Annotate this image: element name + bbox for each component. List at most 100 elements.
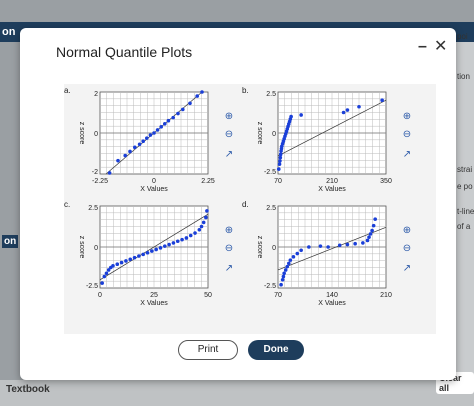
- data-point: [111, 264, 115, 268]
- data-point: [289, 114, 293, 119]
- zoom-out-icon[interactable]: ⊖: [400, 128, 414, 142]
- x-tick-label: 2.25: [201, 178, 215, 185]
- data-point: [184, 236, 189, 240]
- y-tick-label: 0: [272, 131, 276, 138]
- x-axis-label: X Values: [140, 186, 168, 193]
- data-point: [318, 244, 323, 248]
- data-point: [107, 171, 112, 175]
- data-point: [188, 101, 192, 106]
- data-point: [278, 159, 282, 163]
- dialog-title: Normal Quantile Plots: [56, 44, 193, 60]
- data-point: [307, 245, 311, 249]
- data-point: [195, 94, 199, 98]
- background-bottom-bar: [0, 380, 474, 406]
- data-point: [277, 162, 282, 166]
- quantile-plot: 2.5 0 -2.5 70 140 210 X Values z score: [256, 205, 392, 307]
- data-point: [197, 227, 202, 232]
- x-axis-label: X Values: [318, 186, 346, 193]
- data-point: [283, 268, 288, 272]
- y-tick-label: -2.5: [86, 283, 98, 290]
- data-point: [188, 233, 193, 238]
- background-right-text: t-line: [457, 207, 474, 216]
- data-point: [166, 118, 171, 123]
- zoom-out-icon[interactable]: ⊖: [400, 242, 414, 256]
- x-tick-label: 25: [150, 292, 158, 299]
- done-button[interactable]: Done: [248, 340, 304, 360]
- x-tick-label: 140: [326, 292, 338, 299]
- data-point: [368, 232, 373, 236]
- data-point: [380, 98, 384, 102]
- data-point: [345, 242, 350, 247]
- y-tick-label: 0: [94, 131, 98, 138]
- data-point: [280, 278, 285, 282]
- background-left-tab: on: [2, 26, 16, 38]
- data-point: [201, 220, 206, 225]
- data-point: [128, 149, 132, 154]
- data-point: [163, 121, 167, 126]
- zoom-out-icon[interactable]: ⊖: [222, 242, 236, 256]
- data-point: [159, 125, 163, 129]
- data-point: [171, 115, 175, 120]
- data-point: [180, 237, 184, 242]
- data-point: [365, 238, 370, 243]
- data-point: [276, 167, 281, 171]
- minimize-button[interactable]: –: [418, 38, 427, 56]
- data-point: [124, 259, 128, 263]
- data-point: [150, 249, 154, 253]
- quantile-plot: 2.5 0 -2.5 70 210 350 X Values z score: [256, 91, 392, 193]
- zoom-in-icon[interactable]: ⊕: [222, 224, 236, 238]
- open-external-icon[interactable]: ↗: [400, 262, 414, 276]
- zoom-out-icon[interactable]: ⊖: [222, 128, 236, 142]
- data-point: [133, 145, 137, 150]
- print-button[interactable]: Print: [178, 340, 238, 360]
- data-point: [205, 209, 209, 213]
- y-tick-label: 2.5: [266, 91, 276, 98]
- zoom-in-icon[interactable]: ⊕: [400, 224, 414, 238]
- y-axis-label: z score: [256, 236, 263, 259]
- background-right-text: poi: [457, 32, 468, 41]
- textbook-link[interactable]: Textbook: [6, 384, 50, 395]
- data-point: [115, 262, 120, 267]
- zoom-in-icon[interactable]: ⊕: [222, 110, 236, 124]
- data-point: [145, 136, 149, 140]
- data-point: [285, 264, 290, 269]
- x-tick-label: 210: [380, 292, 392, 299]
- background-left-label: on: [2, 235, 19, 248]
- data-point: [141, 139, 145, 143]
- data-point: [128, 257, 133, 262]
- data-point: [281, 274, 286, 279]
- data-point: [278, 155, 283, 160]
- data-point: [299, 248, 303, 253]
- data-point: [100, 281, 104, 285]
- y-tick-label: -2.5: [264, 169, 276, 176]
- data-point: [175, 239, 180, 244]
- y-tick-label: 2.5: [266, 205, 276, 212]
- open-external-icon[interactable]: ↗: [222, 262, 236, 276]
- data-point: [154, 247, 158, 252]
- data-point: [145, 250, 150, 255]
- data-point: [373, 217, 377, 221]
- data-point: [152, 131, 156, 135]
- open-external-icon[interactable]: ↗: [400, 148, 414, 162]
- quantile-plot: 2 0 -2 -2.25 0 2.25 X Values z score: [78, 90, 215, 193]
- y-tick-label: 2: [94, 91, 98, 98]
- data-point: [353, 241, 357, 246]
- open-external-icon[interactable]: ↗: [222, 148, 236, 162]
- close-icon[interactable]: ✕: [434, 36, 447, 56]
- data-point: [326, 245, 330, 249]
- zoom-in-icon[interactable]: ⊕: [400, 110, 414, 124]
- y-tick-label: 0: [94, 245, 98, 252]
- data-point: [158, 246, 163, 250]
- data-point: [295, 251, 300, 256]
- y-tick-label: 0: [272, 245, 276, 252]
- data-point: [132, 255, 137, 260]
- data-point: [199, 224, 204, 229]
- data-point: [171, 241, 176, 245]
- x-tick-label: 0: [98, 292, 102, 299]
- x-tick-label: 70: [274, 178, 282, 185]
- background-right-text: of a: [457, 222, 471, 231]
- x-axis-label: X Values: [318, 300, 346, 307]
- data-point: [288, 258, 293, 262]
- data-point: [371, 223, 376, 228]
- data-point: [278, 152, 283, 157]
